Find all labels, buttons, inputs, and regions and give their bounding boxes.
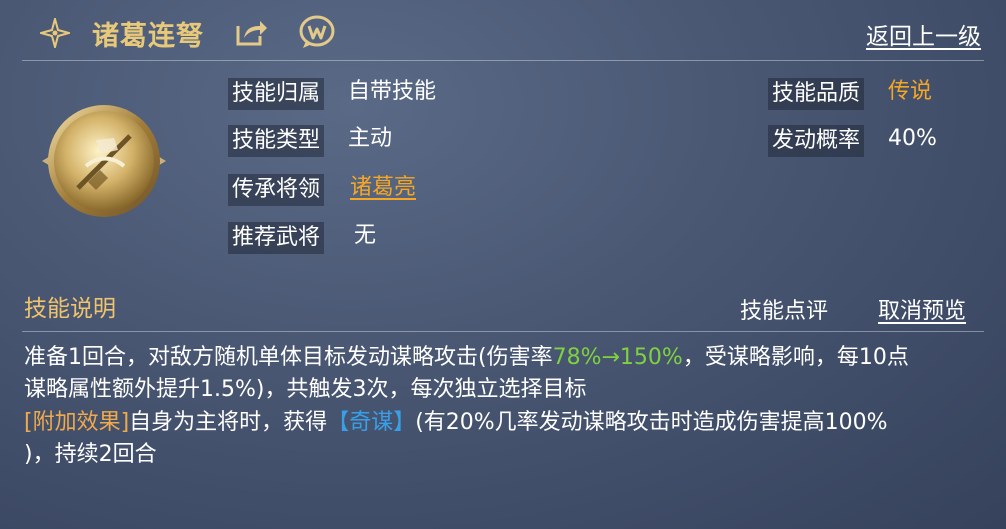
- info-label-recommended: 推荐武将: [228, 222, 325, 254]
- description-text: (有20%几率发动谋略攻击时造成伤害提高100%: [415, 410, 888, 435]
- info-value-quality: 传说: [888, 79, 933, 104]
- damage-rate-range: 78%→150%: [552, 345, 683, 370]
- share-icon[interactable]: [234, 16, 268, 48]
- keyword-qimou[interactable]: 【奇谋】: [327, 410, 415, 435]
- skill-title: 诸葛连弩: [92, 21, 204, 52]
- description-text: 准备1回合，对敌方随机单体目标发动谋略攻击(伤害率: [24, 345, 553, 370]
- skill-review-button[interactable]: 技能点评: [740, 293, 828, 325]
- skill-emblem-icon: [42, 105, 166, 217]
- info-value-origin: 自带技能: [348, 79, 437, 104]
- inherit-general-link[interactable]: 诸葛亮: [350, 172, 416, 204]
- extra-effect-tag: [附加效果]: [24, 410, 130, 435]
- description-text: 自身为主将时，获得: [129, 410, 328, 435]
- info-value-recommended: 无: [354, 223, 377, 248]
- w-logo-icon[interactable]: [298, 14, 336, 50]
- description-text: )，持续2回合: [24, 442, 157, 467]
- cancel-preview-button[interactable]: 取消预览: [878, 293, 966, 325]
- sparkle-star-icon: [40, 18, 70, 48]
- info-label-trigger-rate: 发动概率: [768, 125, 865, 157]
- info-label-quality: 技能品质: [768, 78, 865, 110]
- description-line-2: 谋略属性额外提升1.5%)，共触发3次，每次独立选择目标: [24, 374, 986, 406]
- info-value-trigger-rate: 40%: [888, 126, 937, 151]
- header-divider: [22, 60, 984, 61]
- info-label-inherit-general: 传承将领: [228, 174, 325, 206]
- info-label-origin: 技能归属: [228, 78, 325, 110]
- description-text: 谋略属性额外提升1.5%)，共触发3次，每次独立选择目标: [24, 377, 587, 402]
- description-line-3: [附加效果]自身为主将时，获得【奇谋】(有20%几率发动谋略攻击时造成伤害提高1…: [24, 407, 986, 439]
- description-text: ，受谋略影响，每10点: [682, 345, 909, 370]
- description-line-1: 准备1回合，对敌方随机单体目标发动谋略攻击(伤害率78%→150%，受谋略影响，…: [24, 342, 986, 374]
- description-line-4: )，持续2回合: [24, 439, 986, 471]
- back-button[interactable]: 返回上一级: [866, 17, 981, 51]
- section-divider: [22, 331, 984, 332]
- info-label-type: 技能类型: [228, 125, 325, 157]
- info-value-type: 主动: [348, 126, 393, 151]
- section-title: 技能说明: [24, 296, 116, 322]
